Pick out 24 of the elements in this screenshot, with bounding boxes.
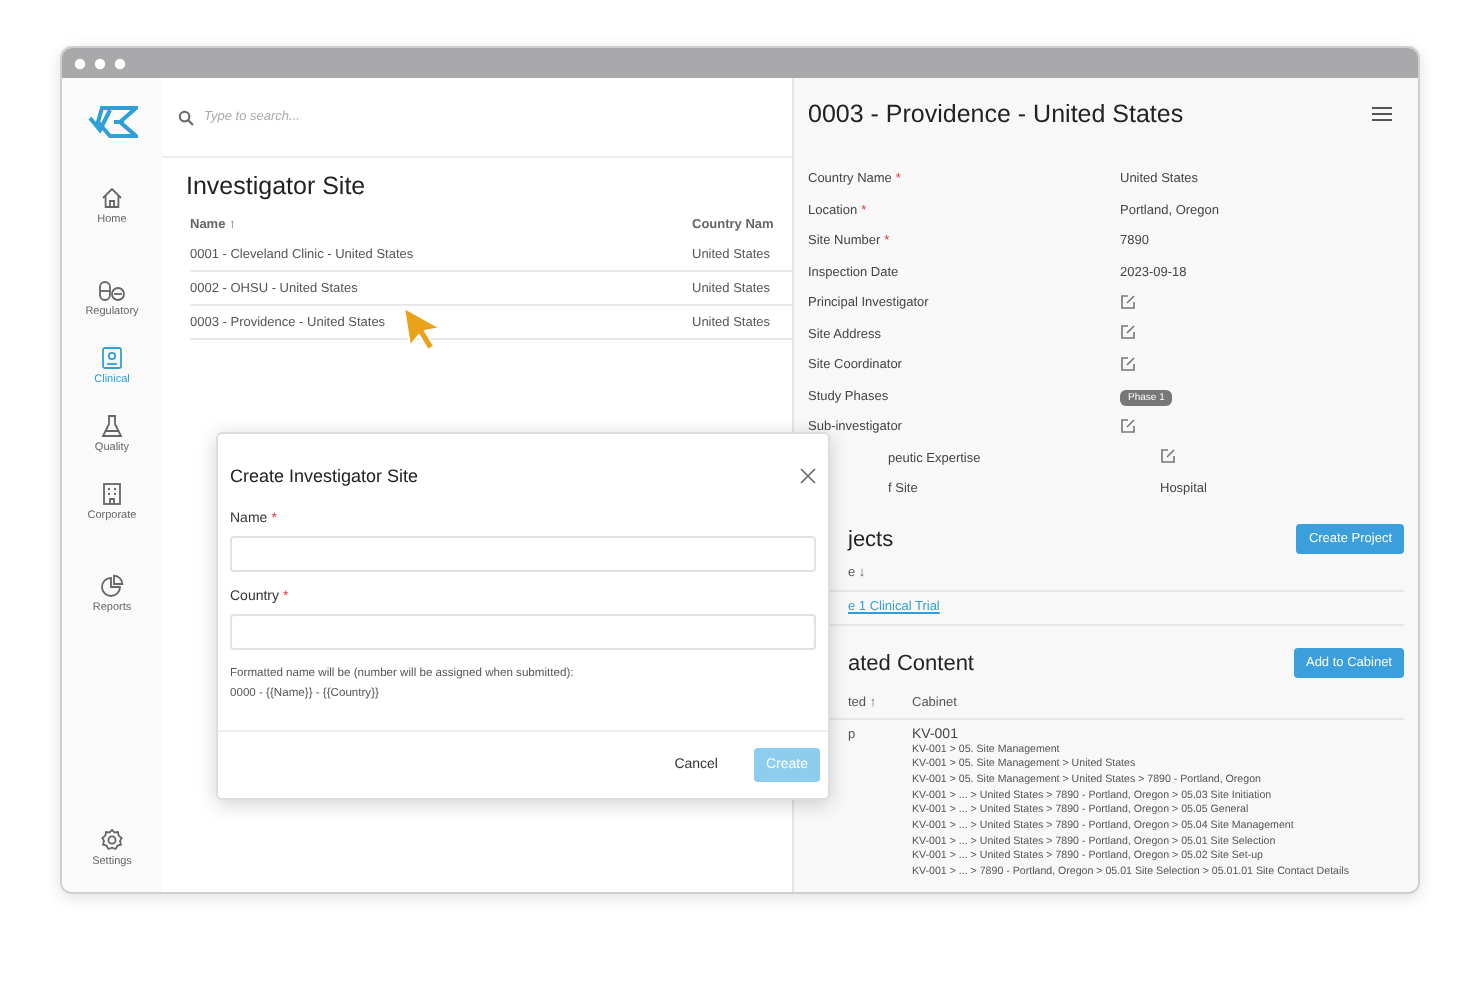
flask-icon [99, 414, 124, 438]
edit-icon[interactable] [1160, 448, 1176, 465]
window-controls-icon[interactable] [74, 57, 130, 69]
close-icon[interactable] [800, 468, 816, 484]
home-icon [99, 186, 124, 210]
search-icon [178, 109, 194, 125]
edit-icon[interactable] [1120, 324, 1136, 341]
logo-icon[interactable] [86, 102, 138, 142]
building-icon [99, 482, 124, 506]
section-title: jects [845, 527, 894, 551]
edit-icon[interactable] [1120, 417, 1136, 434]
clipboard-icon [99, 346, 124, 370]
menu-icon[interactable] [1372, 106, 1392, 122]
edit-icon[interactable] [1120, 293, 1136, 310]
section-title: ated Content [846, 651, 974, 675]
settings-icon [100, 828, 124, 852]
pills-icon [97, 278, 126, 302]
dialog-title: Create Investigator Site [230, 466, 419, 486]
input-field[interactable] [230, 614, 816, 650]
edit-icon[interactable] [1120, 355, 1136, 372]
page-title: Investigator Site [186, 172, 368, 200]
detail-title: 0003 - Providence - United States [808, 100, 1184, 128]
input-field[interactable] [230, 536, 816, 572]
pie-chart-icon [99, 574, 124, 598]
